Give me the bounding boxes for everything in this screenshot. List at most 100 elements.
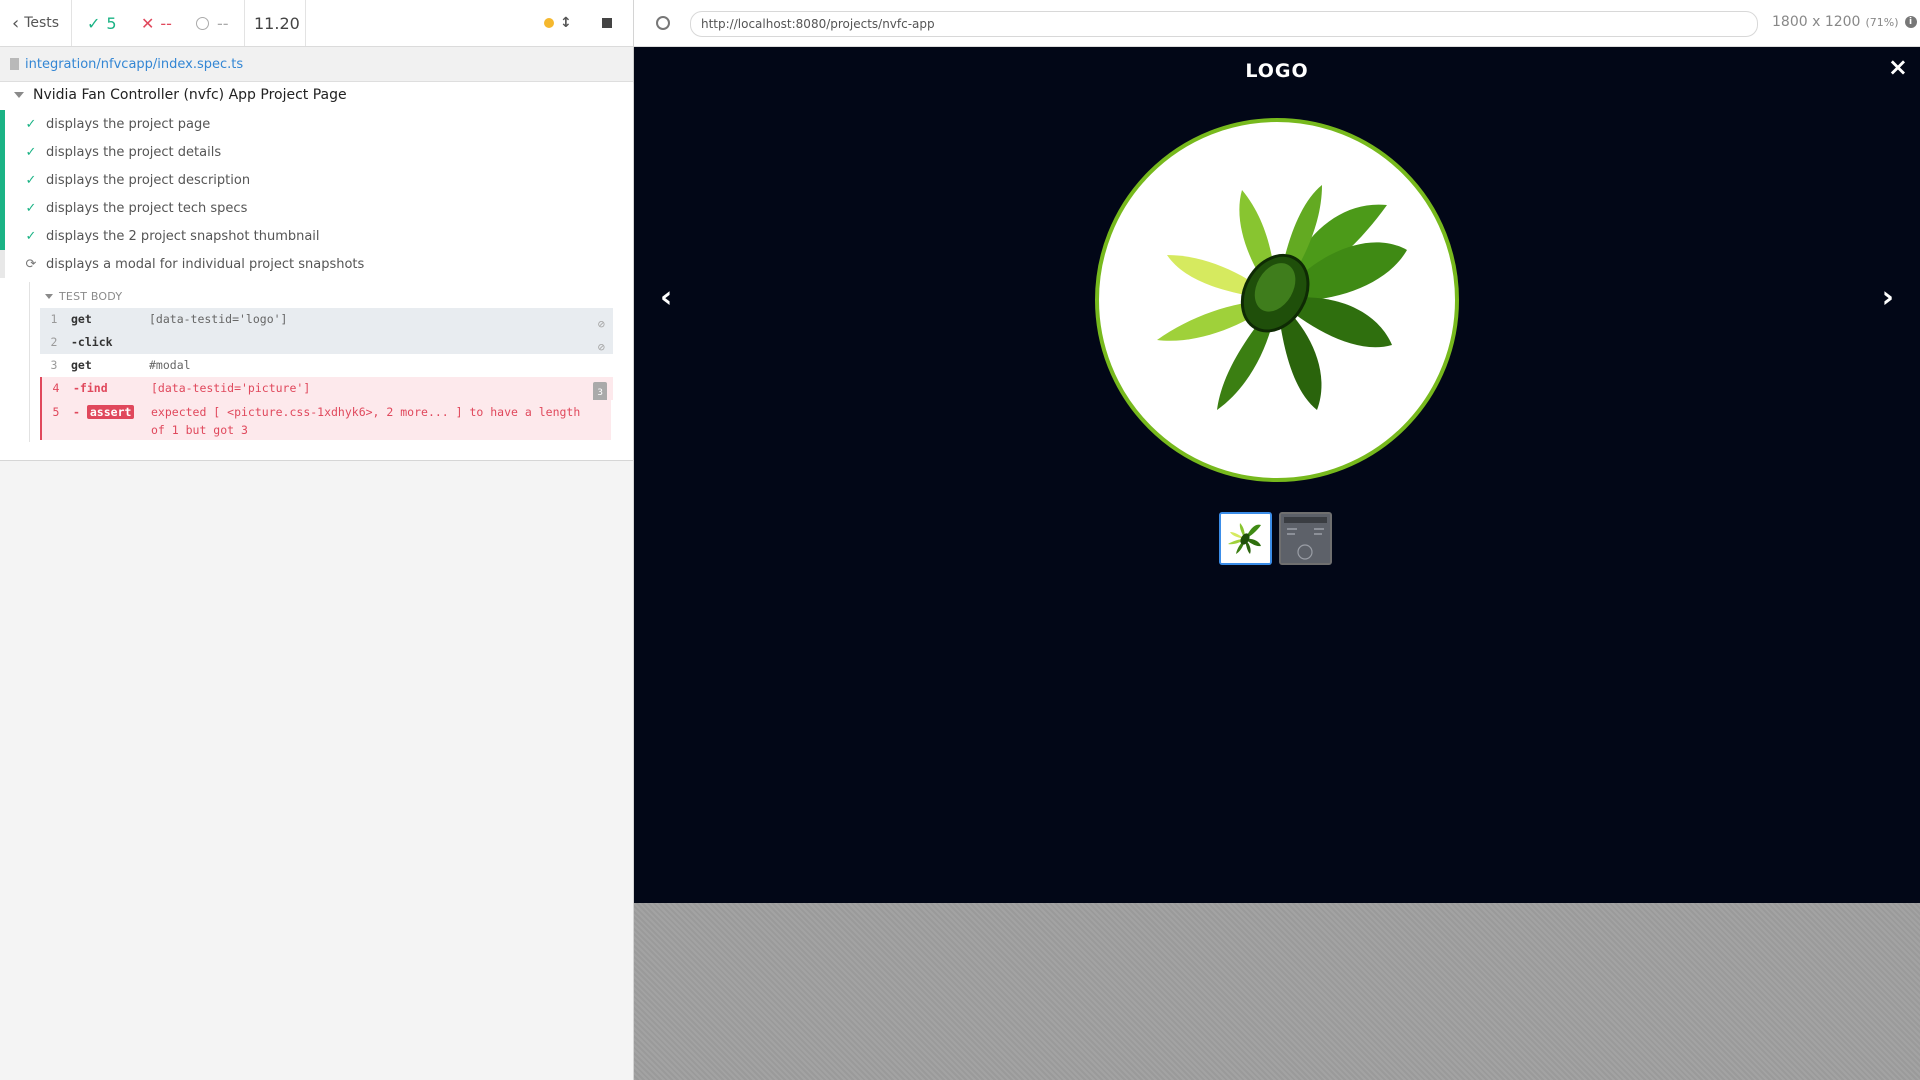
command-message-line: expected [ <picture.css-1xdhyk6>, 2 more… (151, 405, 581, 419)
test-row[interactable]: ⟳ displays a modal for individual projec… (0, 250, 633, 278)
app-under-test-frame: LOGO × ‹ › (634, 47, 1920, 903)
tests-back-button[interactable]: ‹ Tests (12, 0, 59, 46)
command-name: -find (73, 381, 108, 395)
running-indicator-bar (0, 250, 5, 278)
command-prefix: - (73, 405, 80, 419)
modal-title: LOGO (1245, 60, 1309, 82)
thumbnail-screenshot[interactable] (1279, 512, 1332, 565)
pending-count-value: -- (217, 13, 229, 33)
command-name: get (71, 312, 92, 326)
command-number: 1 (50, 312, 58, 326)
chevron-left-icon: ‹ (12, 12, 20, 34)
command-log-row[interactable]: 1 get [data-testid='logo'] ⊘ (40, 308, 613, 331)
test-body-header[interactable]: TEST BODY (45, 290, 122, 303)
pass-indicator-bar (0, 110, 5, 138)
command-log-row[interactable]: 4 -find [data-testid='picture'] 3 (40, 377, 613, 405)
check-icon: ✓ (25, 144, 37, 160)
pass-indicator-bar (0, 222, 5, 250)
passed-count[interactable]: ✓ 5 (87, 0, 117, 46)
command-number: 2 (50, 335, 58, 349)
thumbnail-strip (1219, 512, 1332, 565)
test-title: displays a modal for individual project … (46, 256, 365, 272)
circle-icon (196, 16, 209, 30)
chevron-left-icon[interactable]: ‹ (660, 280, 672, 315)
stats-bar: ‹ Tests ✓ 5 ✕ -- -- 11.20 ↕ (0, 0, 633, 47)
pass-indicator-bar (0, 138, 5, 166)
command-number: 4 (52, 381, 60, 395)
command-log-row[interactable]: 2 -click ⊘ (40, 331, 613, 354)
failed-count[interactable]: ✕ -- (141, 0, 172, 46)
test-row[interactable]: ✓ displays the 2 project snapshot thumbn… (0, 222, 633, 250)
command-name: - assert (65, 403, 151, 440)
status-dot-icon (544, 18, 554, 28)
x-icon: ✕ (141, 13, 155, 33)
spec-file-bar: integration/nfvcapp/index.spec.ts (0, 47, 633, 82)
check-icon: ✓ (25, 116, 37, 132)
aut-empty-area (634, 903, 1920, 1080)
check-icon: ✓ (25, 228, 37, 244)
thumbnail-logo[interactable] (1219, 512, 1272, 565)
command-number: 3 (50, 358, 58, 372)
command-message: #modal (149, 358, 191, 372)
test-title: displays the project description (46, 172, 251, 188)
info-icon[interactable]: i (1904, 16, 1917, 28)
command-number: 5 (52, 405, 60, 419)
pass-indicator-bar (0, 194, 5, 222)
spec-file-link[interactable]: integration/nfvcapp/index.spec.ts (25, 57, 243, 72)
pending-count[interactable]: -- (196, 0, 229, 46)
stop-icon (602, 18, 612, 28)
tests-label: Tests (24, 15, 60, 31)
project-logo-image (1095, 118, 1459, 482)
check-icon: ✓ (87, 13, 101, 33)
command-log-row[interactable]: 5 - assert expected [ <picture.css-1xdhy… (40, 400, 611, 440)
viewport-info: 1800 x 1200 (71%) i (1772, 14, 1917, 30)
crosshair-icon (656, 16, 670, 30)
check-icon: ✓ (25, 172, 37, 188)
file-icon (10, 58, 19, 70)
thumbnail-logo-image (1221, 514, 1270, 563)
command-name: -click (71, 335, 113, 349)
command-message: [data-testid='picture'] (151, 381, 311, 395)
test-body-guide-line (29, 282, 30, 442)
url-bar[interactable]: http://localhost:8080/projects/nvfc-app (690, 11, 1758, 37)
test-title: displays the project tech specs (46, 200, 248, 216)
duration: 11.20 (254, 13, 300, 33)
test-title: displays the 2 project snapshot thumbnai… (46, 228, 320, 244)
command-message-line: of 1 but got 3 (151, 423, 248, 437)
suite-title[interactable]: Nvidia Fan Controller (nvfc) App Project… (14, 87, 347, 103)
test-row[interactable]: ✓ displays the project details (0, 138, 633, 166)
suite-title-text: Nvidia Fan Controller (nvfc) App Project… (33, 87, 347, 103)
command-message: [data-testid='logo'] (149, 312, 288, 326)
check-icon: ✓ (25, 200, 37, 216)
refresh-icon: ⟳ (25, 256, 37, 272)
test-row[interactable]: ✓ displays the project description (0, 166, 633, 194)
command-message (149, 331, 613, 354)
reporter-panel: ‹ Tests ✓ 5 ✕ -- -- 11.20 ↕ integration/… (0, 0, 634, 1080)
viewport-size: 1800 x 1200 (1772, 14, 1861, 30)
test-row[interactable]: ✓ displays the project page (0, 110, 633, 138)
thumbnail-screenshot-image (1281, 514, 1330, 563)
divider (71, 0, 72, 46)
assert-badge: assert (86, 405, 135, 419)
test-title: displays the project details (46, 144, 222, 160)
passed-count-value: 5 (106, 13, 117, 33)
command-log-row[interactable]: 3 get #modal (40, 354, 613, 377)
test-body-label: TEST BODY (59, 290, 123, 303)
divider (244, 0, 245, 46)
viewport-scale: (71%) (1865, 15, 1899, 29)
caret-down-icon (14, 92, 24, 98)
chevron-right-icon[interactable]: › (1882, 280, 1894, 315)
test-title: displays the project page (46, 116, 211, 132)
aut-header: http://localhost:8080/projects/nvfc-app … (634, 0, 1920, 47)
stop-button[interactable] (602, 0, 612, 46)
close-icon[interactable]: × (1888, 53, 1908, 81)
divider (305, 0, 306, 46)
command-name: get (71, 358, 92, 372)
url-text: http://localhost:8080/projects/nvfc-app (701, 17, 935, 31)
caret-down-icon (45, 294, 53, 299)
command-message: expected [ <picture.css-1xdhyk6>, 2 more… (151, 403, 611, 440)
auto-scroll-toggle[interactable]: ↕ (544, 0, 572, 46)
selector-playground-button[interactable] (652, 12, 674, 34)
vertical-arrows-icon: ↕ (560, 15, 572, 31)
test-row[interactable]: ✓ displays the project tech specs (0, 194, 633, 222)
